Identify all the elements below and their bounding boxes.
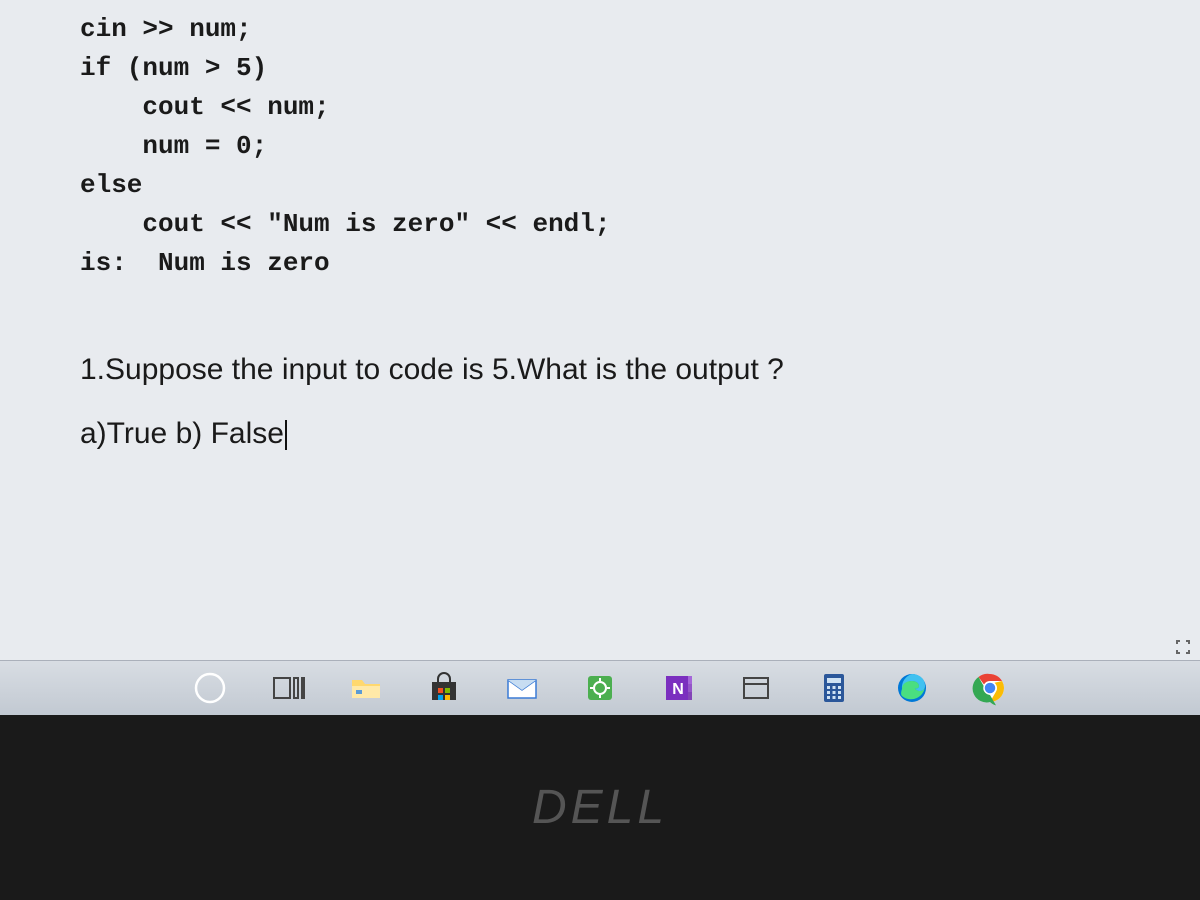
code-line: cout << "Num is zero" << endl; [80,209,611,239]
code-line: cin >> num; [80,14,252,44]
window-icon[interactable] [736,668,776,708]
monitor-bezel: DELL [0,715,1200,900]
code-line: num = 0; [80,131,267,161]
question-text: 1.Suppose the input to code is 5.What is… [80,343,1120,397]
text-cursor [285,420,287,450]
code-line: is: Num is zero [80,248,330,278]
calculator-icon[interactable] [814,668,854,708]
chrome-icon[interactable] [970,668,1010,708]
code-line: if (num > 5) [80,53,267,83]
mail-icon[interactable] [502,668,542,708]
taskbar: N [0,660,1200,715]
question-block: 1.Suppose the input to code is 5.What is… [80,343,1120,461]
settings-icon[interactable] [580,668,620,708]
focus-mode-icon[interactable] [1174,638,1192,656]
code-block: cin >> num; if (num > 5) cout << num; nu… [80,10,1120,283]
fileexplorer-icon[interactable] [346,668,386,708]
code-line: cout << num; [80,92,330,122]
code-line: else [80,170,142,200]
dell-logo: DELL [532,780,668,835]
store-icon[interactable] [424,668,464,708]
taskview-icon[interactable] [268,668,308,708]
edge-icon[interactable] [892,668,932,708]
cortana-icon[interactable] [190,668,230,708]
document-area: cin >> num; if (num > 5) cout << num; nu… [0,0,1200,660]
svg-text:N: N [672,681,684,698]
onenote-icon[interactable]: N [658,668,698,708]
answer-options: a)True b) False [80,407,1120,461]
